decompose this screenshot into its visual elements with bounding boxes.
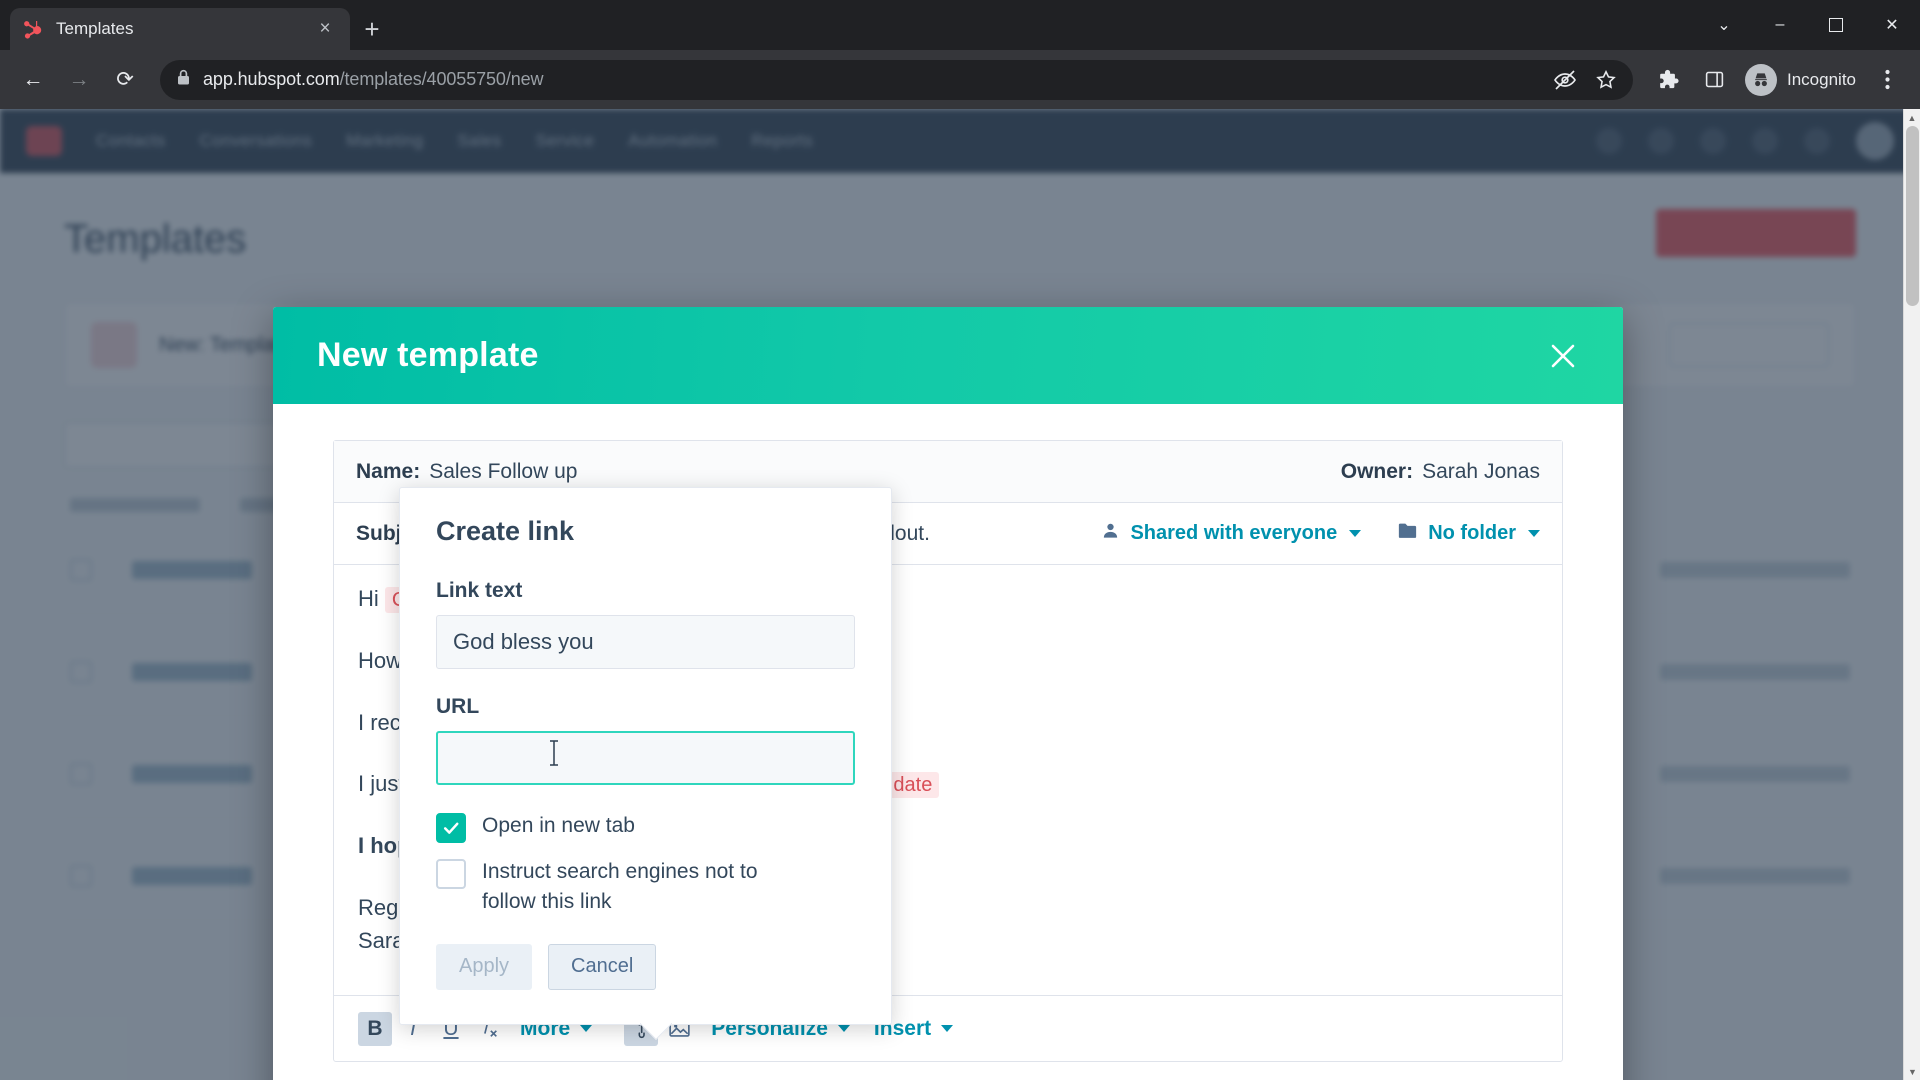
forward-button: → [68, 67, 90, 91]
chevron-down-icon [837, 1025, 850, 1032]
page-scrollbar[interactable]: ▲ ▼ [1903, 109, 1920, 1080]
folder-label: No folder [1428, 522, 1516, 544]
maximize-button[interactable] [1808, 0, 1864, 50]
open-new-tab-checkbox[interactable] [436, 813, 466, 843]
url-input[interactable] [436, 731, 855, 785]
chevron-down-icon [1528, 530, 1540, 537]
url-label: URL [436, 695, 480, 718]
link-text-input[interactable] [436, 615, 855, 669]
owner-label: Owner: [1340, 459, 1414, 483]
chevron-down-icon [1349, 530, 1362, 537]
scroll-down-arrow[interactable]: ▼ [1904, 1063, 1920, 1080]
template-meta-actions: Shared with everyone No folder [1101, 521, 1540, 546]
window-controls: ⌄ – ✕ [1696, 0, 1920, 50]
omnibox-actions [1553, 68, 1617, 92]
folder-icon [1397, 521, 1418, 546]
scroll-up-arrow[interactable]: ▲ [1904, 109, 1920, 126]
url-host: app.hubspot.com [203, 69, 340, 89]
modal-header: New template [273, 307, 1623, 404]
cancel-button[interactable]: Cancel [548, 943, 657, 990]
extensions-icon[interactable] [1647, 59, 1689, 101]
bold-button[interactable]: B [358, 1011, 392, 1046]
side-panel-icon[interactable] [1693, 59, 1735, 101]
nofollow-row[interactable]: Instruct search engines not to follow th… [436, 857, 855, 918]
owner-value: Sarah Jonas [1422, 459, 1540, 483]
browser-tab[interactable]: Templates × [10, 8, 350, 50]
close-window-button[interactable]: ✕ [1864, 0, 1920, 50]
apply-button[interactable]: Apply [436, 943, 533, 990]
address-bar-url: app.hubspot.com/templates/40055750/new [203, 69, 544, 90]
name-value: Sales Follow up [429, 459, 578, 483]
tab-close-icon[interactable]: × [312, 16, 338, 42]
owner-field: Owner: Sarah Jonas [1341, 460, 1540, 484]
nofollow-label: Instruct search engines not to follow th… [482, 860, 758, 914]
open-new-tab-label: Open in new tab [482, 814, 635, 837]
back-button[interactable]: ← [12, 59, 54, 101]
lock-icon [176, 69, 191, 91]
eye-off-icon[interactable] [1553, 68, 1577, 92]
person-icon [1101, 521, 1120, 546]
browser-window: Templates × + ⌄ – ✕ ← → ⟳ app.hubspot.co… [0, 0, 1920, 1080]
link-text-label: Link text [436, 579, 523, 602]
kebab-menu-icon[interactable] [1866, 59, 1908, 101]
line1-prefix: Hi [358, 586, 385, 611]
chevron-down-icon [580, 1025, 593, 1032]
nofollow-checkbox[interactable] [436, 859, 466, 889]
scrollbar-thumb[interactable] [1906, 126, 1919, 306]
open-new-tab-row[interactable]: Open in new tab [436, 811, 855, 843]
tab-search-icon[interactable]: ⌄ [1696, 0, 1752, 50]
chevron-down-icon [941, 1025, 954, 1032]
browser-toolbar: ← → ⟳ app.hubspot.com/templates/40055750… [0, 50, 1920, 109]
popover-title: Create link [436, 516, 575, 546]
modal-title: New template [317, 336, 539, 374]
sharing-label: Shared with everyone [1130, 522, 1338, 544]
tab-strip: Templates × + ⌄ – ✕ [0, 0, 1920, 50]
page-viewport: Contacts Conversations Marketing Sales S… [0, 109, 1920, 1080]
reload-button[interactable]: ⟳ [104, 59, 146, 101]
tab-title: Templates [56, 19, 134, 38]
incognito-profile-button[interactable]: Incognito [1745, 63, 1862, 96]
sharing-dropdown[interactable]: Shared with everyone [1101, 521, 1362, 546]
url-field-group: URL [436, 695, 855, 785]
create-link-popover: Create link Link text URL Open in new ta… [399, 487, 892, 1025]
minimize-button[interactable]: – [1752, 0, 1808, 50]
bookmark-star-icon[interactable] [1595, 69, 1617, 91]
incognito-label: Incognito [1787, 69, 1856, 89]
name-label: Name: [356, 459, 421, 483]
incognito-icon [1745, 63, 1777, 96]
url-path: /templates/40055750/new [339, 69, 544, 89]
address-bar[interactable]: app.hubspot.com/templates/40055750/new [160, 59, 1633, 100]
new-tab-button[interactable]: + [350, 8, 394, 50]
bold-label: B [367, 1016, 383, 1040]
close-icon[interactable] [1541, 334, 1585, 378]
popover-actions: Apply Cancel [436, 943, 855, 990]
popover-arrow [640, 1023, 672, 1040]
folder-dropdown[interactable]: No folder [1397, 521, 1540, 546]
hubspot-sprocket-icon [22, 18, 44, 40]
link-text-field-group: Link text [436, 579, 855, 669]
signature-notice: Your signature will be included when you… [333, 1062, 1563, 1080]
